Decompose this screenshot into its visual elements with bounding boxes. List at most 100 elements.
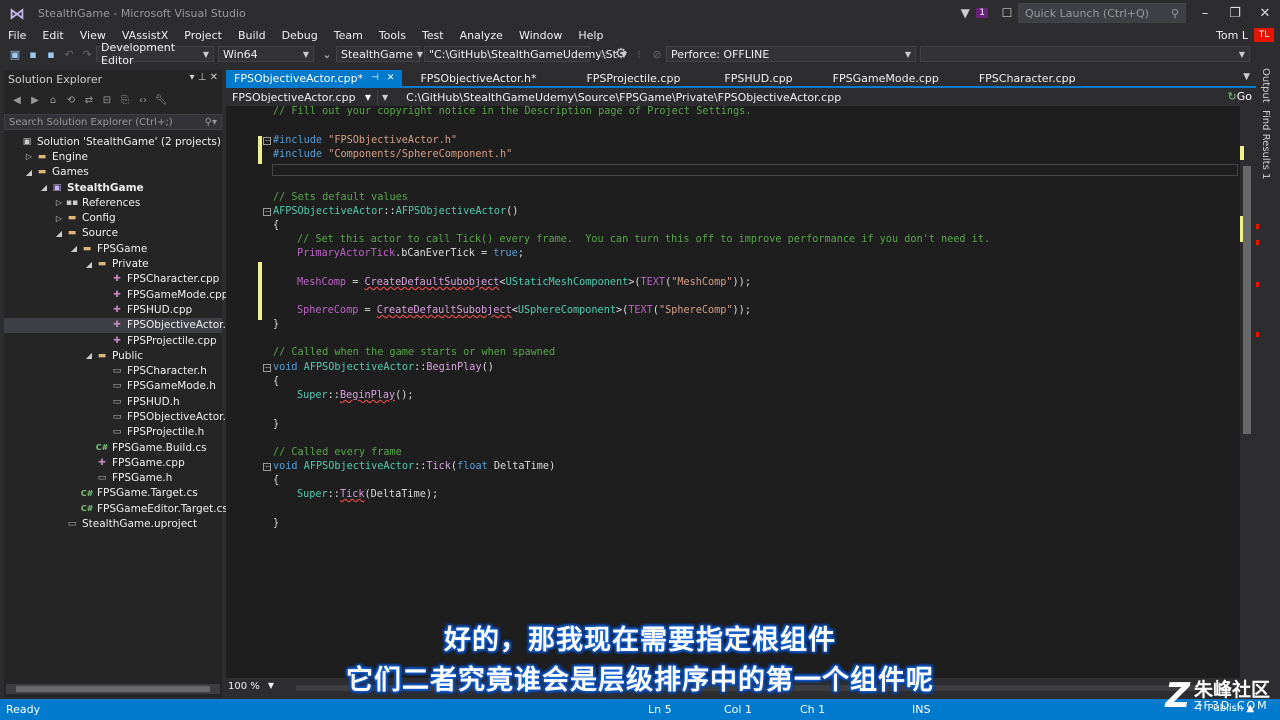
platform-dropdown[interactable]: Win64 ▼: [218, 46, 314, 62]
tree-item[interactable]: ◢ ▬ Source: [4, 226, 222, 241]
editor-vertical-scrollbar[interactable]: [1240, 106, 1254, 678]
sync-icon[interactable]: ⇄: [80, 95, 98, 106]
configuration-dropdown[interactable]: Development Editor ▼: [96, 41, 214, 67]
toolbar-overflow-icon[interactable]: ⌄: [318, 48, 336, 61]
tree-item[interactable]: ◢ ▣ StealthGame: [4, 180, 222, 195]
tree-item[interactable]: ◢ ▬ FPSGame: [4, 241, 222, 256]
solution-explorer-search[interactable]: Search Solution Explorer (Ctrl+;) ⚲▾: [4, 114, 222, 130]
tree-item[interactable]: ▭ FPSGameMode.h: [4, 379, 222, 394]
tree-item[interactable]: ▭ FPSHUD.h: [4, 394, 222, 409]
save-all-icon[interactable]: ▪: [42, 48, 60, 61]
tab-fpsprojectile-cpp[interactable]: FPSProjectile.cpp: [578, 70, 688, 86]
tree-item[interactable]: ▭ FPSGame.h: [4, 471, 222, 486]
tree-item[interactable]: ▭ StealthGame.uproject: [4, 516, 222, 531]
menu-window[interactable]: Window: [511, 29, 570, 42]
menu-analyze[interactable]: Analyze: [452, 29, 511, 42]
restore-button[interactable]: ❐: [1220, 6, 1250, 21]
user-account[interactable]: Tom L TL: [1216, 26, 1274, 44]
toolbar-overflow-icon-2[interactable]: ⁝: [630, 48, 648, 61]
user-name[interactable]: Tom L: [1216, 29, 1248, 42]
code-editor[interactable]: // Fill out your copyright notice in the…: [242, 106, 1240, 678]
minimize-button[interactable]: –: [1190, 6, 1220, 21]
tree-item[interactable]: ✚ FPSCharacter.cpp: [4, 272, 222, 287]
tree-item[interactable]: ▷ ▬ Engine: [4, 149, 222, 164]
menu-debug[interactable]: Debug: [274, 29, 326, 42]
expand-icon[interactable]: ▷: [23, 152, 35, 161]
tab-list-dropdown-icon[interactable]: ▼: [1243, 72, 1250, 82]
tree-item[interactable]: ▭ FPSProjectile.h: [4, 425, 222, 440]
expand-icon[interactable]: ▷: [53, 198, 65, 207]
menu-help[interactable]: Help: [570, 29, 611, 42]
close-button[interactable]: ✕: [1250, 6, 1280, 21]
history-icon[interactable]: ⟲: [62, 95, 80, 106]
collapse-icon[interactable]: ◢: [23, 168, 35, 177]
show-all-files-icon[interactable]: ⎘: [116, 95, 134, 106]
menu-view[interactable]: View: [72, 29, 114, 42]
collapse-icon[interactable]: ◢: [83, 351, 95, 360]
save-icon[interactable]: ▪: [24, 48, 42, 61]
tree-item[interactable]: ✚ FPSGame.cpp: [4, 455, 222, 470]
redo-icon[interactable]: ↷: [78, 48, 96, 61]
tree-item[interactable]: ▣ Solution 'StealthGame' (2 projects): [4, 134, 222, 149]
blank-toolbar-combo[interactable]: ▼: [920, 46, 1250, 62]
panel-pin-close-icons[interactable]: ▾ ⊥ ✕: [190, 72, 218, 83]
collapse-all-icon[interactable]: ⊟: [98, 95, 116, 106]
tree-item[interactable]: ▭ FPSObjectiveActor.h: [4, 409, 233, 424]
refresh-icon[interactable]: ↻: [594, 48, 612, 61]
undo-icon[interactable]: ↶: [60, 48, 78, 61]
tree-item[interactable]: ✚ FPSHUD.cpp: [4, 302, 222, 317]
menu-build[interactable]: Build: [230, 29, 274, 42]
menu-file[interactable]: File: [0, 29, 34, 42]
collapse-icon[interactable]: −: [263, 208, 271, 216]
collapse-icon[interactable]: −: [263, 364, 271, 372]
properties-icon[interactable]: 🔧︎: [152, 95, 170, 106]
tree-item[interactable]: ▭ FPSCharacter.h: [4, 363, 222, 378]
collapse-icon[interactable]: −: [263, 463, 271, 471]
pin-icon[interactable]: ⊣: [371, 73, 379, 83]
tree-item[interactable]: ✚ FPSObjectiveActor.cpp: [4, 317, 245, 333]
perforce-status-dropdown[interactable]: Perforce: OFFLINE ▼: [666, 46, 916, 62]
collapse-icon[interactable]: ◢: [38, 183, 50, 192]
menu-vassistx[interactable]: VAssistX: [114, 29, 176, 42]
avatar[interactable]: TL: [1254, 28, 1274, 42]
code-view-icon[interactable]: ‹›: [134, 95, 152, 106]
collapse-icon[interactable]: −: [263, 137, 271, 145]
tree-item[interactable]: ◢ ▬ Private: [4, 256, 222, 271]
menu-test[interactable]: Test: [414, 29, 452, 42]
menu-team[interactable]: Team: [326, 29, 371, 42]
tree-item[interactable]: ◢ ▬ Public: [4, 348, 222, 363]
tree-item[interactable]: C# FPSGame.Target.cs: [4, 486, 222, 501]
collapse-icon[interactable]: ◢: [83, 260, 95, 269]
quick-launch-input[interactable]: Quick Launch (Ctrl+Q) ⚲: [1018, 3, 1186, 23]
feedback-icon[interactable]: ☐: [996, 6, 1018, 20]
new-project-icon[interactable]: ▣: [6, 48, 24, 61]
menu-tools[interactable]: Tools: [371, 29, 414, 42]
tab-fpscharacter-cpp[interactable]: FPSCharacter.cpp: [971, 70, 1084, 86]
filter-icon[interactable]: ▼: [954, 6, 976, 20]
menu-edit[interactable]: Edit: [34, 29, 71, 42]
collapse-icon[interactable]: ◢: [68, 244, 80, 253]
gear-icon[interactable]: ⚙: [612, 46, 630, 62]
tree-item[interactable]: ▷ ▪▪ References: [4, 195, 222, 210]
tree-item[interactable]: ✚ FPSProjectile.cpp: [4, 333, 222, 348]
tree-item[interactable]: C# FPSGameEditor.Target.cs: [4, 501, 228, 516]
tree-item[interactable]: ✚ FPSGameMode.cpp: [4, 287, 228, 302]
startup-project-dropdown[interactable]: StealthGame ▼: [336, 46, 423, 62]
forward-icon[interactable]: ▶: [26, 95, 44, 106]
file-scope-dropdown[interactable]: FPSObjectiveActor.cpp ▼: [228, 90, 378, 105]
tab-fpsobjectiveactor-cpp[interactable]: FPSObjectiveActor.cpp* ⊣ ✕: [226, 70, 403, 86]
tab-find-results[interactable]: Find Results 1: [1260, 110, 1271, 179]
tree-item[interactable]: ◢ ▬ Games: [4, 165, 222, 180]
notification-badge[interactable]: 1: [976, 8, 988, 18]
tab-fpsgamemode-cpp[interactable]: FPSGameMode.cpp: [825, 70, 947, 86]
tree-item[interactable]: C# FPSGame.Build.cs: [4, 440, 222, 455]
close-icon[interactable]: ✕: [387, 73, 395, 83]
go-button[interactable]: ↻Go: [1228, 90, 1252, 103]
tab-fpsobjectiveactor-h[interactable]: FPSObjectiveActor.h*: [412, 70, 544, 86]
chevron-down-icon[interactable]: ▼: [382, 93, 388, 102]
tab-fpshud-cpp[interactable]: FPSHUD.cpp: [716, 70, 800, 86]
home-icon[interactable]: ⌂: [44, 95, 62, 106]
command-arguments-dropdown[interactable]: "C:\GitHub\StealthGameUdemy\St ▼: [424, 46, 627, 62]
expand-icon[interactable]: ▷: [53, 214, 65, 223]
back-icon[interactable]: ◀: [8, 95, 26, 106]
